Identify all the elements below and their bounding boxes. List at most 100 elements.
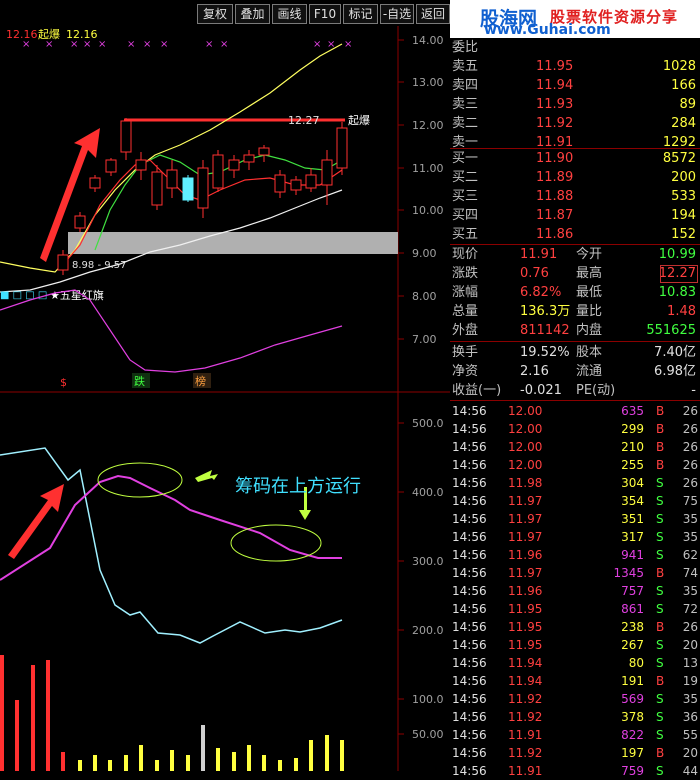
tick-row: 14:56 12.00 299 B 26 bbox=[450, 420, 700, 438]
bid-label: 买五 bbox=[452, 227, 479, 242]
volume-bar bbox=[232, 752, 236, 771]
tick-time: 14:56 bbox=[452, 656, 487, 670]
tick-price: 11.97 bbox=[508, 494, 543, 508]
volume-bars bbox=[0, 655, 344, 771]
toolbar-button-3[interactable]: F10 bbox=[309, 4, 341, 24]
tick-side: S bbox=[656, 512, 664, 526]
x-marker-icon: × bbox=[344, 39, 352, 50]
toolbar-button-1[interactable]: 叠加 bbox=[235, 4, 270, 24]
highlight-ellipse bbox=[97, 462, 183, 498]
tick-count: 26 bbox=[682, 404, 698, 418]
tick-count: 26 bbox=[682, 476, 698, 490]
tick-volume: 941 bbox=[621, 548, 644, 562]
ask-label: 卖四 bbox=[452, 78, 479, 93]
candle-body bbox=[57, 254, 69, 271]
tick-volume: 238 bbox=[621, 620, 644, 634]
fund-label: 净资 bbox=[452, 364, 479, 379]
x-marker-icon: × bbox=[220, 39, 228, 50]
tick-volume: 861 bbox=[621, 602, 644, 616]
tick-row: 14:56 11.97 354 S 75 bbox=[450, 492, 700, 510]
toolbar-button-6[interactable]: 返回 bbox=[416, 4, 450, 24]
ask-volume: 1028 bbox=[662, 59, 696, 74]
quote-row: 外盘 811142 内盘 551625 bbox=[450, 321, 700, 340]
quote-label: 外盘 bbox=[452, 323, 479, 338]
tick-side: S bbox=[656, 494, 664, 508]
kline-chart[interactable]: 12.16 起爆 12.16 × × × × × × × × × × × × × 8.98 - 9.57… bbox=[0, 26, 450, 771]
volume-bar bbox=[108, 760, 112, 771]
chip-axis: 500.0 400.0 300.0 200.0 100.0 50.00 bbox=[398, 417, 444, 741]
price-axis-tick: 10.00 bbox=[412, 204, 444, 217]
tick-time: 14:56 bbox=[452, 674, 487, 688]
x-marker-icon: × bbox=[70, 39, 78, 50]
purple-indicator-line bbox=[0, 289, 343, 373]
bid-volume: 8572 bbox=[662, 151, 696, 166]
tick-side: S bbox=[656, 584, 664, 598]
tick-volume: 80 bbox=[628, 656, 644, 670]
quote-value: 0.76 bbox=[520, 266, 549, 281]
tick-volume: 757 bbox=[621, 584, 644, 598]
tick-time: 14:56 bbox=[452, 692, 487, 706]
tick-price: 12.00 bbox=[508, 404, 543, 418]
ask-label: 卖五 bbox=[452, 59, 479, 74]
x-marker-icon: × bbox=[127, 39, 135, 50]
candle-body bbox=[89, 177, 101, 189]
tick-volume: 267 bbox=[621, 638, 644, 652]
quote-value: 1.48 bbox=[667, 304, 696, 319]
candle-body bbox=[243, 154, 255, 163]
tick-row: 14:56 11.92 378 S 36 bbox=[450, 708, 700, 726]
candle-body bbox=[258, 147, 270, 156]
quote-label: 量比 bbox=[576, 304, 603, 319]
toolbar-button-5[interactable]: -自选 bbox=[380, 4, 414, 24]
toolbar-button-0[interactable]: 复权 bbox=[197, 4, 233, 24]
quote-value: 10.99 bbox=[658, 247, 696, 262]
tick-side: B bbox=[656, 674, 665, 688]
price-axis-tick: 14.00 bbox=[412, 34, 444, 47]
tick-side: S bbox=[656, 764, 664, 778]
bid-price: 11.90 bbox=[536, 151, 574, 166]
mark-s: $ bbox=[60, 376, 67, 389]
ask-price: 11.95 bbox=[536, 59, 574, 74]
candle-body bbox=[197, 167, 209, 209]
tick-row: 14:56 11.91 759 S 44 bbox=[450, 762, 700, 780]
tick-price: 11.94 bbox=[508, 674, 543, 688]
fund-row: 收益(一) -0.021 PE(动) - bbox=[450, 381, 700, 400]
tick-count: 72 bbox=[682, 602, 698, 616]
support-zone-band bbox=[68, 232, 398, 254]
tick-count: 44 bbox=[682, 764, 698, 778]
ask-row: 卖二 11.92 284 bbox=[450, 114, 700, 133]
tick-side: B bbox=[656, 404, 665, 418]
tick-time: 14:56 bbox=[452, 728, 487, 742]
volume-bar bbox=[340, 740, 344, 771]
chip-axis-tick: 400.0 bbox=[412, 486, 444, 499]
tick-volume: 822 bbox=[621, 728, 644, 742]
tick-side: S bbox=[656, 656, 664, 670]
tick-row: 14:56 11.91 822 S 55 bbox=[450, 726, 700, 744]
toolbar-button-2[interactable]: 画线 bbox=[272, 4, 307, 24]
tick-side: B bbox=[656, 458, 665, 472]
candle-body bbox=[74, 215, 86, 229]
tick-time: 14:56 bbox=[452, 404, 487, 418]
tick-side: B bbox=[656, 746, 665, 760]
toolbar-button-4[interactable]: 标记 bbox=[343, 4, 378, 24]
candle-body bbox=[228, 159, 240, 171]
tick-price: 11.97 bbox=[508, 530, 543, 544]
tick-side: S bbox=[656, 530, 664, 544]
x-marker-icon: × bbox=[45, 39, 53, 50]
quote-value: 10.83 bbox=[658, 285, 696, 300]
x-marker-icon: × bbox=[83, 39, 91, 50]
volume-bar bbox=[309, 740, 313, 771]
bid-price: 11.89 bbox=[536, 170, 574, 185]
volume-bar bbox=[294, 758, 298, 771]
fund-label: 流通 bbox=[576, 364, 603, 379]
weibi-label: 委比 bbox=[452, 40, 479, 55]
tick-time: 14:56 bbox=[452, 548, 487, 562]
quote-row: 涨幅 6.82% 最低 10.83 bbox=[450, 283, 700, 302]
tick-price: 11.98 bbox=[508, 476, 543, 490]
tick-price: 11.94 bbox=[508, 656, 543, 670]
tick-count: 26 bbox=[682, 620, 698, 634]
ask-label: 卖三 bbox=[452, 97, 479, 112]
chip-axis-tick: 300.0 bbox=[412, 555, 444, 568]
tick-time: 14:56 bbox=[452, 458, 487, 472]
quote-value: 551625 bbox=[646, 323, 696, 338]
ask-row: 卖四 11.94 166 bbox=[450, 76, 700, 95]
